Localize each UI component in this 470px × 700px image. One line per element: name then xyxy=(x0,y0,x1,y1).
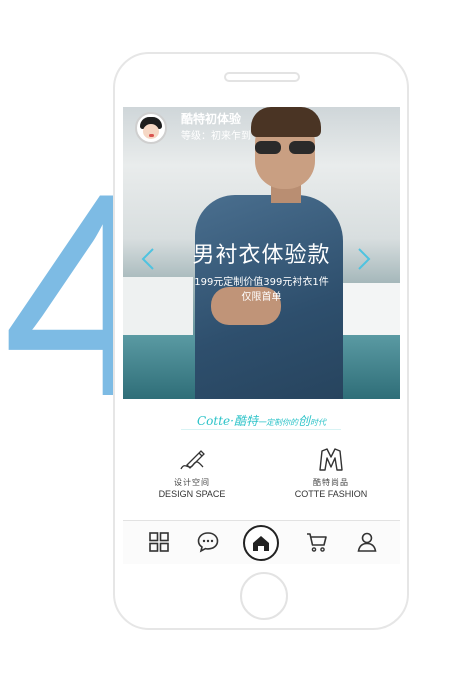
cotte-fashion-label-en: COTTE FASHION xyxy=(294,489,368,499)
user-level: 等级：初来乍到 xyxy=(181,131,251,142)
banner-title: 男衬衣体验款 xyxy=(192,243,331,268)
shirt-m-icon xyxy=(319,448,343,471)
bottom-tab-bar xyxy=(123,520,400,564)
cart-icon[interactable] xyxy=(305,530,329,554)
slogan-ending: 时代 xyxy=(309,418,326,427)
brand-slogan: Cotte·酷特一定制你的创时代 xyxy=(123,412,400,429)
design-space-button[interactable]: 设计空间 DESIGN SPACE xyxy=(123,447,261,499)
chat-bubble-icon[interactable] xyxy=(196,530,220,554)
model-hair xyxy=(251,107,321,137)
grid-icon[interactable] xyxy=(147,530,171,554)
cotte-fashion-label-cn: 酷特尚品 xyxy=(313,478,349,487)
home-icon[interactable] xyxy=(243,525,279,561)
design-space-label-en: DESIGN SPACE xyxy=(158,489,226,499)
user-name: 酷特初体验 xyxy=(181,112,242,126)
banner-note: 仅限首单 xyxy=(241,292,282,303)
user-avatar[interactable] xyxy=(135,112,167,144)
app-screen: 酷特初体验 等级：初来乍到 男衬衣体验款 199元定制价值399元衬衣1件 仅限… xyxy=(123,107,400,564)
user-icon[interactable] xyxy=(355,530,379,554)
phone-home-button xyxy=(240,572,288,620)
design-space-label-cn: 设计空间 xyxy=(174,478,210,487)
slogan-underline xyxy=(181,429,341,430)
pen-signature-icon xyxy=(180,450,205,470)
slogan-tagline: 一定制你的 xyxy=(257,418,298,427)
hero-banner[interactable]: 酷特初体验 等级：初来乍到 男衬衣体验款 199元定制价值399元衬衣1件 仅限… xyxy=(123,107,400,399)
phone-speaker xyxy=(224,72,300,82)
banner-subtitle: 199元定制价值399元衬衣1件 xyxy=(194,277,329,288)
slogan-highlight: 创 xyxy=(297,414,310,428)
cotte-fashion-button[interactable]: 酷特尚品 COTTE FASHION xyxy=(262,447,400,499)
model-sunglasses xyxy=(253,141,317,155)
slogan-brand: Cotte·酷特 xyxy=(197,414,258,428)
